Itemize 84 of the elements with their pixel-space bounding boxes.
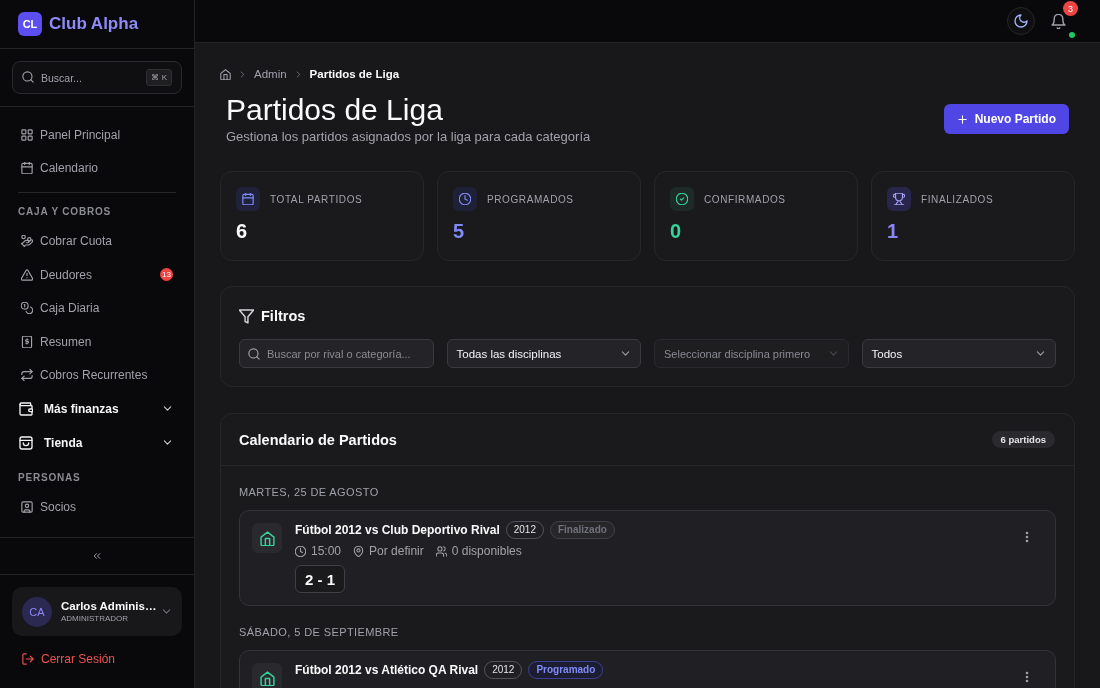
stat-label: FINALIZADOS [921,193,994,205]
search-icon [248,347,260,360]
shopping-bag-icon [19,435,33,450]
dropdown-field[interactable]: Todas las disciplinas [446,339,641,368]
match-score: 2 - 1 [295,565,345,593]
stat-label: PROGRAMADOS [487,193,574,205]
theme-toggle-button[interactable] [1007,7,1035,35]
coins-icon [21,302,33,315]
status-tag: Finalizado [549,521,615,539]
match-title: Fútbol 2012 vs Atlético QA Rival [295,663,479,677]
bell-icon [1050,13,1066,29]
nav-item[interactable]: Tienda [12,425,182,460]
shortcut-hint: ⌘ K [146,69,172,86]
stat-value: 0 [670,219,682,243]
dollar-receipt-icon [21,335,33,348]
app-name: Club Alpha [49,14,139,34]
map-pin-icon [353,545,365,557]
new-match-button[interactable]: Nuevo Partido [943,104,1069,134]
page-title: Partidos de Liga [226,92,443,128]
chevron-down-icon [620,348,631,359]
search-icon [22,71,34,83]
date-heading: MARTES, 25 DE AGOSTO [239,486,379,499]
stat-value: 1 [887,219,899,243]
panel-title: Filtros [261,308,306,324]
stat-value: 6 [236,219,248,243]
house-icon [252,523,282,553]
logo-mark: CL [18,12,42,36]
chevron-right-icon [238,69,247,79]
nav-item[interactable]: Más finanzas [12,392,182,426]
stat-label: CONFIRMADOS [704,193,786,205]
section-heading: CAJA Y COBROS [18,205,111,220]
stat-label: TOTAL PARTIDOS [270,193,363,205]
nav-item[interactable]: Deudores 13 [12,257,182,292]
clock-icon [453,187,477,211]
contact-card-icon [21,501,33,514]
wallet-icon [19,401,33,416]
double-chevron-left-icon [92,551,102,561]
dropdown-field: Seleccionar disciplina primero [654,339,849,368]
chevron-down-icon [1035,348,1046,359]
moon-icon [1014,14,1028,28]
user-menu[interactable]: CA Carlos Adminis… ADMINISTRADOR [12,587,182,636]
nav-item[interactable]: Calendario [12,151,182,186]
count-badge: 13 [160,268,173,282]
plus-icon [956,113,968,125]
panel-title: Calendario de Partidos [239,431,397,448]
user-role: ADMINISTRADOR [61,614,129,623]
grid-icon [21,128,33,141]
people-icon [435,545,447,557]
nav-item[interactable]: Cobros Recurrentes [12,358,182,393]
nav-item[interactable]: Resumen [12,324,182,359]
clock-icon [295,545,306,557]
chevron-down-icon [827,348,839,359]
breadcrumb-link[interactable]: Admin [254,68,287,80]
nav-item[interactable]: Socios [12,490,182,524]
page-subtitle: Gestiona los partidos asignados por la liga para cada categoría [226,128,591,146]
date-heading: SÁBADO, 5 DE SEPTIEMBRE [239,626,399,639]
dropdown-field[interactable]: Todos [861,339,1056,368]
nav-item[interactable]: Caja Diaria [12,291,182,325]
notification-count-badge: 3 [1063,1,1078,16]
calendar-icon [21,162,33,175]
section-heading: PERSONAS [18,471,81,486]
breadcrumb-current[interactable]: Partidos de Liga [309,68,400,80]
logout-arrow-icon [22,653,34,665]
nav-item[interactable]: Cobrar Cuota [12,224,182,258]
match-time: 15:00 [311,544,342,558]
stat-value: 5 [453,219,465,243]
warning-triangle-icon [21,268,33,281]
match-availability: 0 disponibles [451,544,522,558]
avatar: CA [22,596,52,627]
hand-coins-icon [21,235,33,247]
trophy-icon [887,187,911,211]
repeat-arrows-icon [21,369,33,382]
funnel-icon [239,308,254,324]
home-icon[interactable] [220,68,231,80]
chevron-down-icon [161,606,172,617]
match-title: Fútbol 2012 vs Club Deportivo Rival [295,523,500,537]
match-venue: Por definir [369,544,424,558]
search-field[interactable]: Buscar por rival o categoría... [239,339,434,368]
calendar-icon [236,187,260,211]
nav-item[interactable]: Panel Principal [12,118,182,152]
match-count-badge: 6 partidos [991,431,1055,448]
status-tag: Programado [528,661,604,679]
user-name: Carlos Adminis… [61,600,157,612]
logout-link[interactable]: Cerrar Sesión [12,647,182,671]
